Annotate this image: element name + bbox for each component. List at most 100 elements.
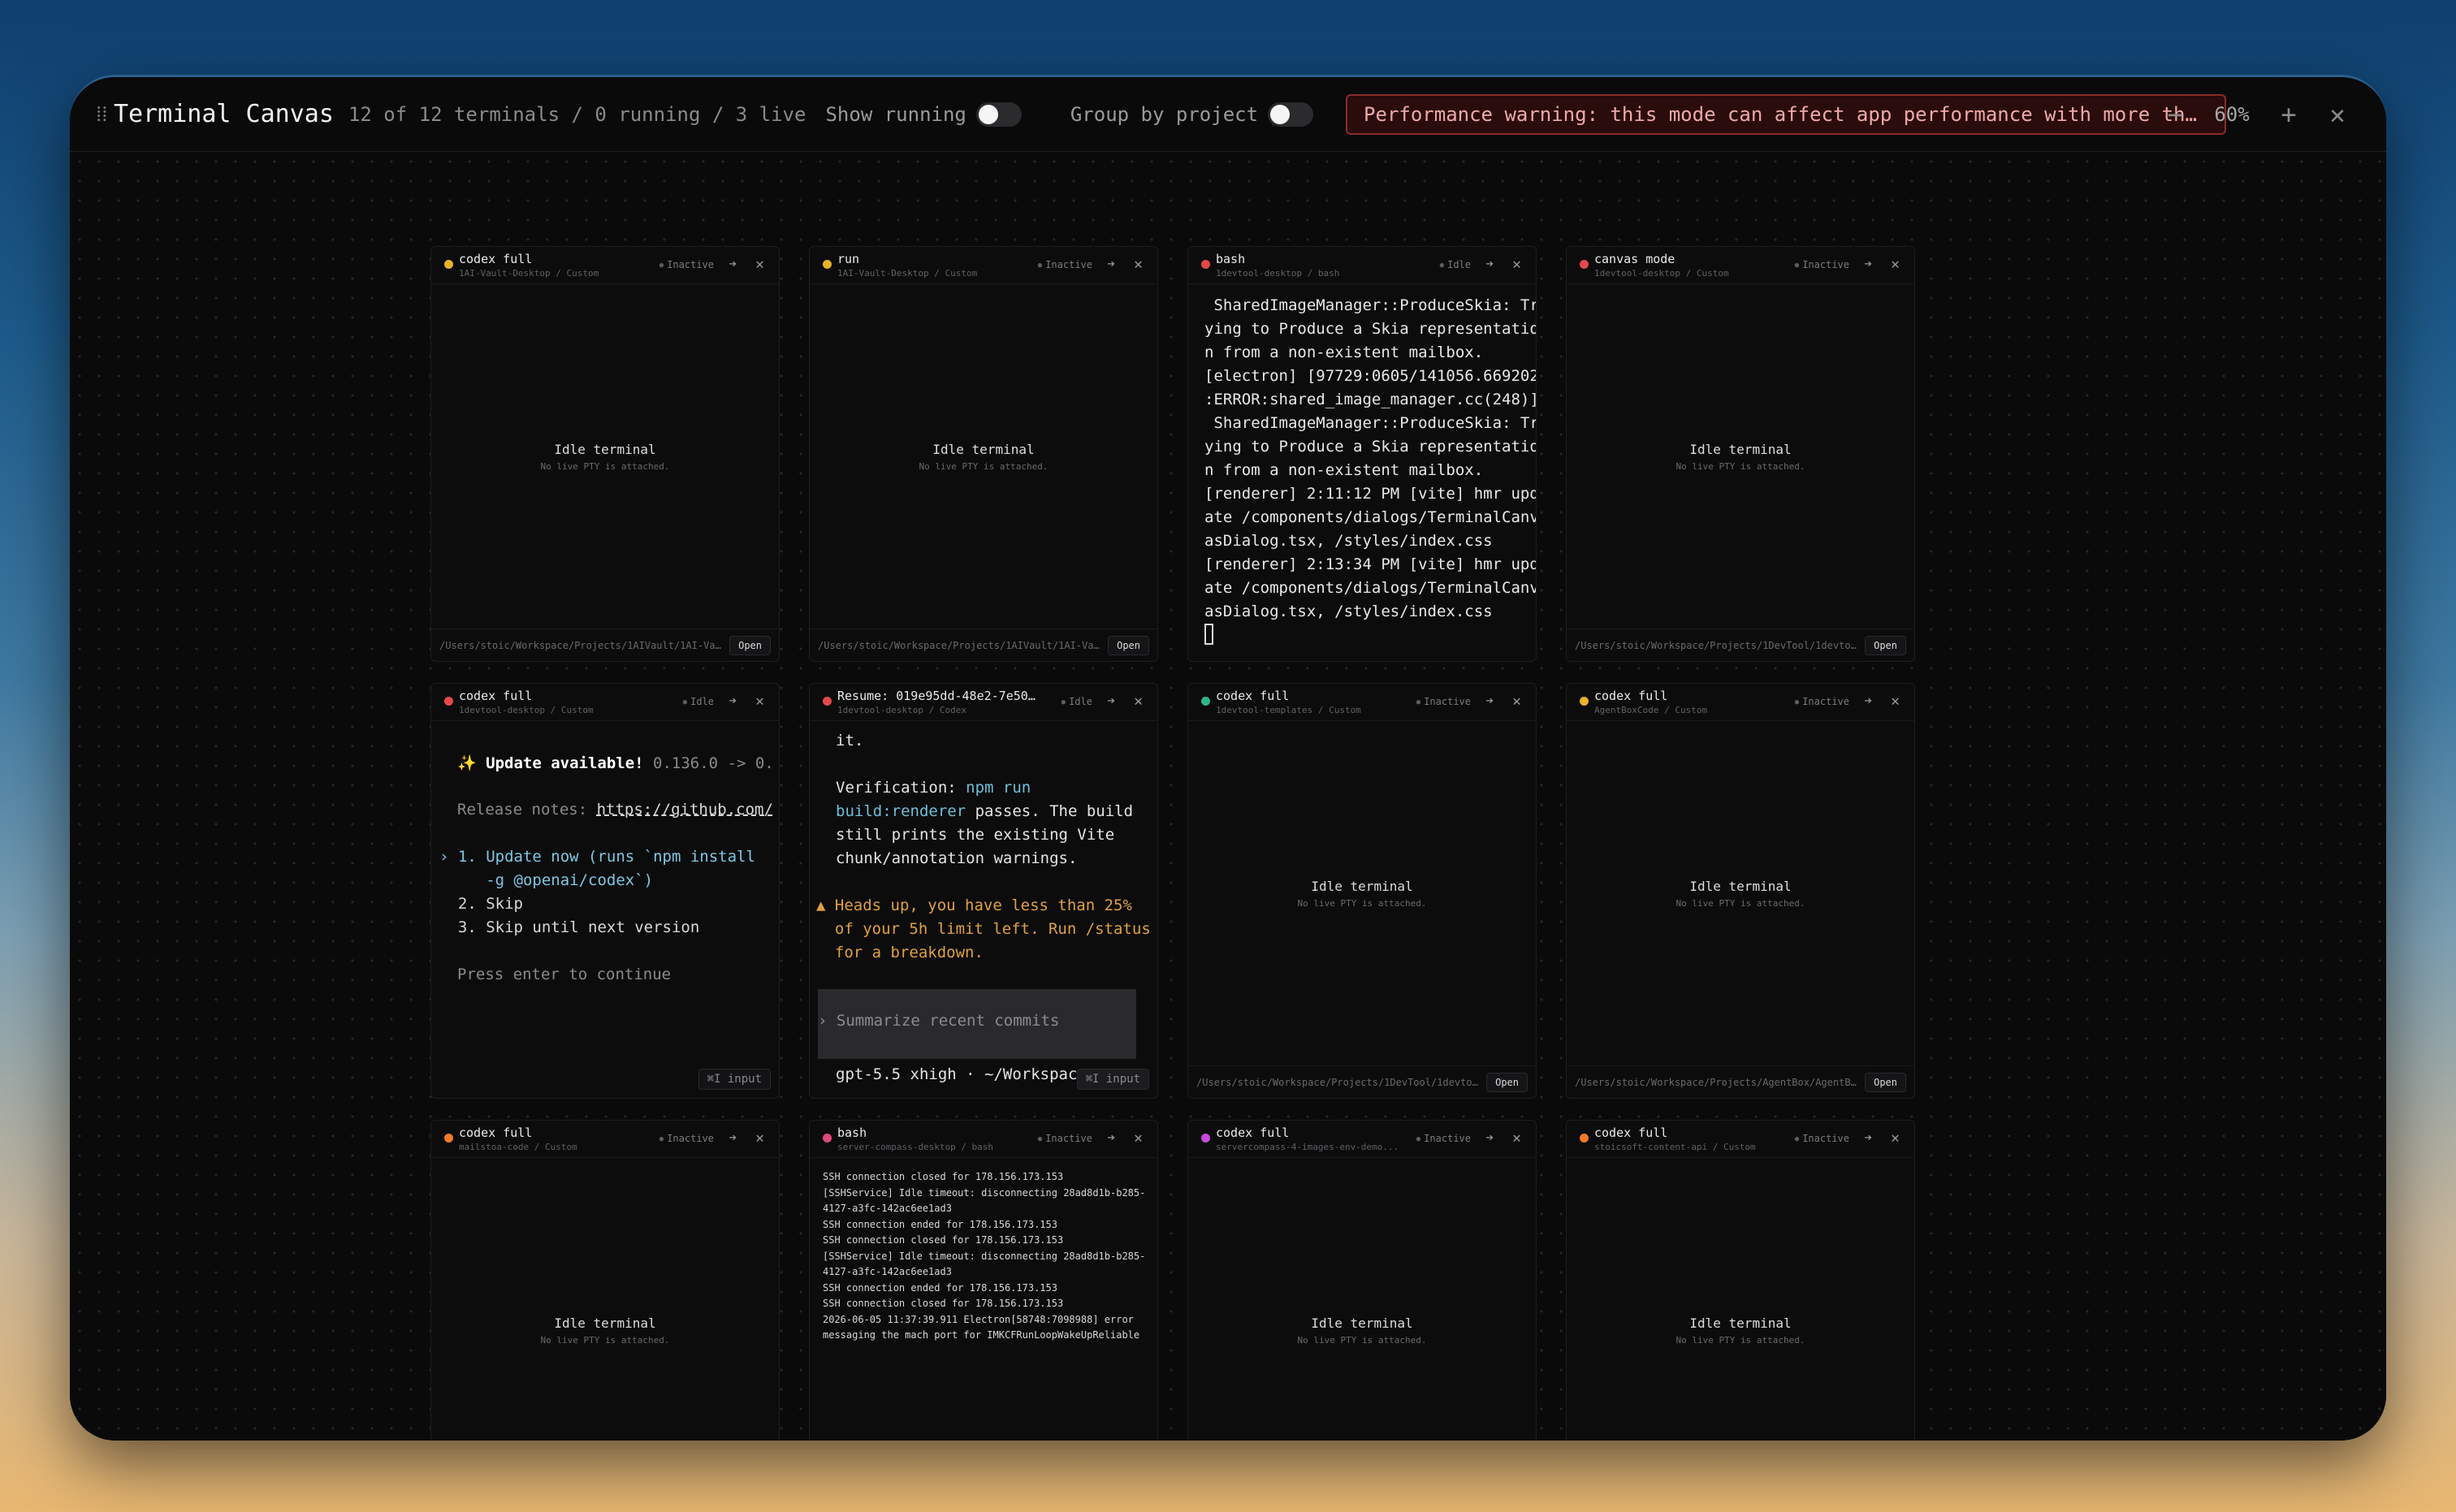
close-icon[interactable]: ✕ xyxy=(1891,256,1900,273)
close-icon[interactable]: ✕ xyxy=(755,693,764,710)
status-badge: Inactive xyxy=(1416,696,1471,707)
limit-warning: ▲ Heads up, you have less than 25% xyxy=(816,896,1132,914)
update-option-2[interactable]: 2. Skip xyxy=(439,895,523,913)
working-directory: /Users/stoic/Workspace/Projects/1AIVault… xyxy=(818,639,1102,651)
terminal-footer: /Users/stoic/Workspace/Projects/1DevTool… xyxy=(1567,629,1914,661)
close-icon[interactable]: ✕ xyxy=(1134,256,1143,273)
close-icon[interactable]: ✕ xyxy=(1134,693,1143,710)
drag-handle-icon[interactable]: ⁞⁞ xyxy=(96,102,107,127)
idle-subtitle: No live PTY is attached. xyxy=(540,1335,670,1346)
log-line: SSH connection closed for 178.156.173.15… xyxy=(823,1234,1064,1246)
performance-warning-banner: Performance warning: this mode can affec… xyxy=(1346,93,2227,135)
status-dot xyxy=(823,1134,832,1143)
popout-icon[interactable]: ➔ xyxy=(1107,256,1115,271)
log-line: 4127-a3fc-142ac6ee1ad3 xyxy=(823,1266,952,1277)
terminal-output[interactable]: SSH connection closed for 178.156.173.15… xyxy=(823,1169,1152,1344)
close-icon[interactable]: ✕ xyxy=(1891,693,1900,710)
close-icon[interactable]: ✕ xyxy=(1512,693,1521,710)
prompt-input[interactable]: › Summarize recent commits xyxy=(818,989,1136,1059)
terminal-card[interactable]: bash 1devtool-desktop / bash Idle ➔ ✕ Shared… xyxy=(1187,246,1537,662)
input-button[interactable]: ⌘I input xyxy=(1076,1069,1149,1090)
terminal-card[interactable]: codex full AgentBoxCode / Custom Inactive ➔… xyxy=(1566,683,1915,1099)
zoom-in-button[interactable]: + xyxy=(2264,99,2313,130)
terminal-title: codex full xyxy=(1216,689,1290,703)
log-line: SharedImageManager::ProduceSkia: Tr xyxy=(1204,414,1537,432)
popout-icon[interactable]: ➔ xyxy=(1485,1130,1494,1145)
performance-warning-text: Performance warning: this mode can affec… xyxy=(1364,102,2209,126)
log-line: [renderer] 2:13:34 PM [vite] hmr upd xyxy=(1204,555,1537,573)
close-icon[interactable]: ✕ xyxy=(1891,1130,1900,1147)
update-option-3[interactable]: 3. Skip until next version xyxy=(439,918,699,936)
terminal-header[interactable]: codex full stoicsoft-content-api / Custom… xyxy=(1567,1121,1914,1158)
terminal-header[interactable]: codex full 1AI-Vault-Desktop / Custom Inac… xyxy=(431,247,779,284)
open-button[interactable]: Open xyxy=(1865,1073,1906,1092)
terminal-header[interactable]: bash 1devtool-desktop / bash Idle ➔ ✕ xyxy=(1188,247,1536,284)
popout-icon[interactable]: ➔ xyxy=(1864,693,1872,708)
popout-icon[interactable]: ➔ xyxy=(1864,256,1872,271)
open-button[interactable]: Open xyxy=(1486,1073,1528,1092)
input-button[interactable]: ⌘I input xyxy=(698,1069,771,1090)
popout-icon[interactable]: ➔ xyxy=(729,1130,737,1145)
terminal-card[interactable]: codex full mailstoa-code / Custom Inactive… xyxy=(430,1120,780,1441)
open-button[interactable]: Open xyxy=(729,636,771,655)
show-running-toggle[interactable] xyxy=(975,102,1022,127)
popout-icon[interactable]: ➔ xyxy=(1107,1130,1115,1145)
group-by-project-toggle[interactable] xyxy=(1268,102,1314,127)
log-line: [electron] [97729:0605/141056.669202 xyxy=(1204,367,1537,385)
log-line: ate /components/dialogs/TerminalCanv xyxy=(1204,508,1537,526)
close-icon[interactable]: ✕ xyxy=(755,1130,764,1147)
terminal-header[interactable]: codex full 1devtool-desktop / Custom Idle ➔… xyxy=(431,684,779,721)
log-line: SSH connection ended for 178.156.173.153 xyxy=(823,1281,1057,1294)
close-icon[interactable]: ✕ xyxy=(1134,1130,1143,1147)
terminal-card[interactable]: codex full servercompass-4-images-env-dem… xyxy=(1187,1120,1537,1441)
terminal-project: 1devtool-desktop / Custom xyxy=(1594,268,1729,279)
close-icon[interactable]: ✕ xyxy=(755,256,764,273)
output-line: it. xyxy=(836,732,864,750)
update-option-1-cont: -g @openai/codex`) xyxy=(439,871,654,889)
terminal-cursor xyxy=(1204,624,1529,647)
idle-title: Idle terminal xyxy=(1689,1315,1792,1331)
terminal-card[interactable]: codex full 1AI-Vault-Desktop / Custom Inac… xyxy=(430,246,780,662)
terminal-card[interactable]: codex full 1devtool-desktop / Custom Idle ➔… xyxy=(430,683,780,1099)
open-button[interactable]: Open xyxy=(1865,636,1906,655)
terminal-title: codex full xyxy=(459,1125,533,1140)
terminal-header[interactable]: bash server-compass-desktop / bash Inactiv… xyxy=(810,1121,1157,1158)
terminal-header[interactable]: canvas mode 1devtool-desktop / Custom Inac… xyxy=(1567,247,1914,284)
idle-title: Idle terminal xyxy=(1689,879,1792,894)
terminal-header[interactable]: codex full servercompass-4-images-env-dem… xyxy=(1188,1121,1536,1158)
popout-icon[interactable]: ➔ xyxy=(1485,693,1494,708)
terminal-header[interactable]: codex full 1devtool-templates / Custom Ina… xyxy=(1188,684,1536,721)
terminal-card[interactable]: codex full 1devtool-templates / Custom Ina… xyxy=(1187,683,1537,1099)
release-notes-label: Release notes: xyxy=(457,801,597,819)
status-dot xyxy=(444,697,453,706)
terminal-header[interactable]: codex full mailstoa-code / Custom Inactive… xyxy=(431,1121,779,1158)
popout-icon[interactable]: ➔ xyxy=(1107,693,1115,708)
terminal-project: stoicsoft-content-api / Custom xyxy=(1594,1142,1756,1152)
terminal-card[interactable]: run 1AI-Vault-Desktop / Custom Inactive ➔ ✕ I… xyxy=(809,246,1158,662)
terminal-output[interactable]: SharedImageManager::ProduceSkia: Tr ying … xyxy=(1204,294,1537,647)
close-icon[interactable]: ✕ xyxy=(1512,1130,1521,1147)
popout-icon[interactable]: ➔ xyxy=(729,256,737,271)
update-option-1[interactable]: › 1. Update now (runs `npm install xyxy=(439,848,755,866)
terminal-header[interactable]: Resume: 019e95dd-48e2-7e50-8c... 1devtool… xyxy=(810,684,1157,721)
terminal-card[interactable]: canvas mode 1devtool-desktop / Custom Inac… xyxy=(1566,246,1915,662)
terminal-canvas-window: ⁞⁞ Terminal Canvas 12 of 12 terminals / … xyxy=(70,75,2386,1441)
release-notes-link[interactable]: https://github.com/ xyxy=(597,801,773,819)
log-line: n from a non-existent mailbox. xyxy=(1204,343,1484,361)
group-by-project-label: Group by project xyxy=(1070,102,1259,126)
open-button[interactable]: Open xyxy=(1108,636,1149,655)
close-icon[interactable]: ✕ xyxy=(1512,256,1521,273)
terminal-canvas[interactable]: codex full 1AI-Vault-Desktop / Custom Inac… xyxy=(70,152,2386,1441)
popout-icon[interactable]: ➔ xyxy=(1485,256,1494,271)
popout-icon[interactable]: ➔ xyxy=(1864,1130,1872,1145)
terminal-card[interactable]: Resume: 019e95dd-48e2-7e50-8c... 1devtool… xyxy=(809,683,1158,1099)
log-line: 4127-a3fc-142ac6ee1ad3 xyxy=(823,1203,952,1214)
terminal-header[interactable]: codex full AgentBoxCode / Custom Inactive ➔… xyxy=(1567,684,1914,721)
status-badge: Inactive xyxy=(659,1133,714,1144)
terminal-header[interactable]: run 1AI-Vault-Desktop / Custom Inactive ➔ ✕ xyxy=(810,247,1157,284)
terminal-card[interactable]: codex full stoicsoft-content-api / Custom… xyxy=(1566,1120,1915,1441)
zoom-out-button[interactable]: − xyxy=(2151,99,2199,130)
terminal-card[interactable]: bash server-compass-desktop / bash Inactiv… xyxy=(809,1120,1158,1441)
close-canvas-button[interactable]: ✕ xyxy=(2313,99,2362,130)
popout-icon[interactable]: ➔ xyxy=(729,693,737,708)
